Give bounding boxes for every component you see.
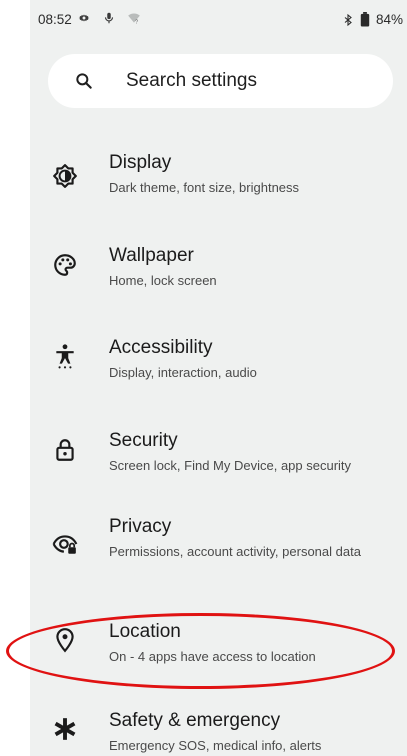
svg-text:?: ?	[135, 19, 138, 25]
mic-icon	[104, 12, 114, 24]
item-subtitle: Permissions, account activity, personal …	[109, 544, 361, 559]
palette-icon	[54, 254, 76, 276]
battery-percent: 84%	[375, 12, 403, 27]
settings-item-safety-emergency[interactable]: Safety & emergency Emergency SOS, medica…	[30, 708, 407, 756]
status-right: 84%	[342, 12, 403, 27]
battery-icon	[360, 12, 370, 27]
settings-item-display[interactable]: Display Dark theme, font size, brightnes…	[30, 148, 407, 228]
gear-icon	[78, 14, 90, 22]
item-title: Accessibility	[109, 337, 213, 358]
location-pin-icon	[56, 628, 74, 653]
item-title: Display	[109, 152, 172, 173]
accessibility-icon	[56, 344, 74, 369]
settings-item-accessibility[interactable]: Accessibility Display, interaction, audi…	[30, 335, 407, 415]
item-title: Safety & emergency	[109, 710, 281, 731]
brightness-icon	[53, 164, 77, 188]
bluetooth-icon	[344, 13, 352, 26]
item-subtitle: Dark theme, font size, brightness	[109, 180, 300, 195]
lock-icon	[56, 439, 74, 461]
wifi-icon: ?	[128, 13, 140, 25]
item-subtitle: Display, interaction, audio	[109, 365, 257, 380]
privacy-eye-icon	[52, 535, 78, 554]
item-title: Security	[109, 430, 178, 451]
settings-item-location[interactable]: Location On - 4 apps have access to loca…	[30, 620, 407, 700]
settings-screen: 08:52 ? 84% Search settings Display Dark…	[30, 0, 407, 756]
status-time: 08:52	[38, 12, 72, 27]
search-label: Search settings	[126, 70, 257, 91]
search-settings-bar[interactable]: Search settings	[48, 54, 393, 108]
item-title: Wallpaper	[109, 245, 194, 266]
item-title: Privacy	[109, 516, 172, 537]
status-bar: 08:52 ? 84%	[30, 0, 407, 40]
asterisk-icon	[54, 718, 76, 740]
item-title: Location	[109, 621, 181, 642]
item-subtitle: Screen lock, Find My Device, app securit…	[109, 458, 352, 473]
item-subtitle: Emergency SOS, medical info, alerts	[109, 738, 322, 753]
settings-item-security[interactable]: Security Screen lock, Find My Device, ap…	[30, 428, 407, 508]
settings-item-privacy[interactable]: Privacy Permissions, account activity, p…	[30, 515, 407, 595]
settings-item-wallpaper[interactable]: Wallpaper Home, lock screen	[30, 242, 407, 322]
item-subtitle: On - 4 apps have access to location	[109, 649, 316, 664]
item-subtitle: Home, lock screen	[109, 273, 217, 288]
search-icon	[76, 73, 92, 89]
